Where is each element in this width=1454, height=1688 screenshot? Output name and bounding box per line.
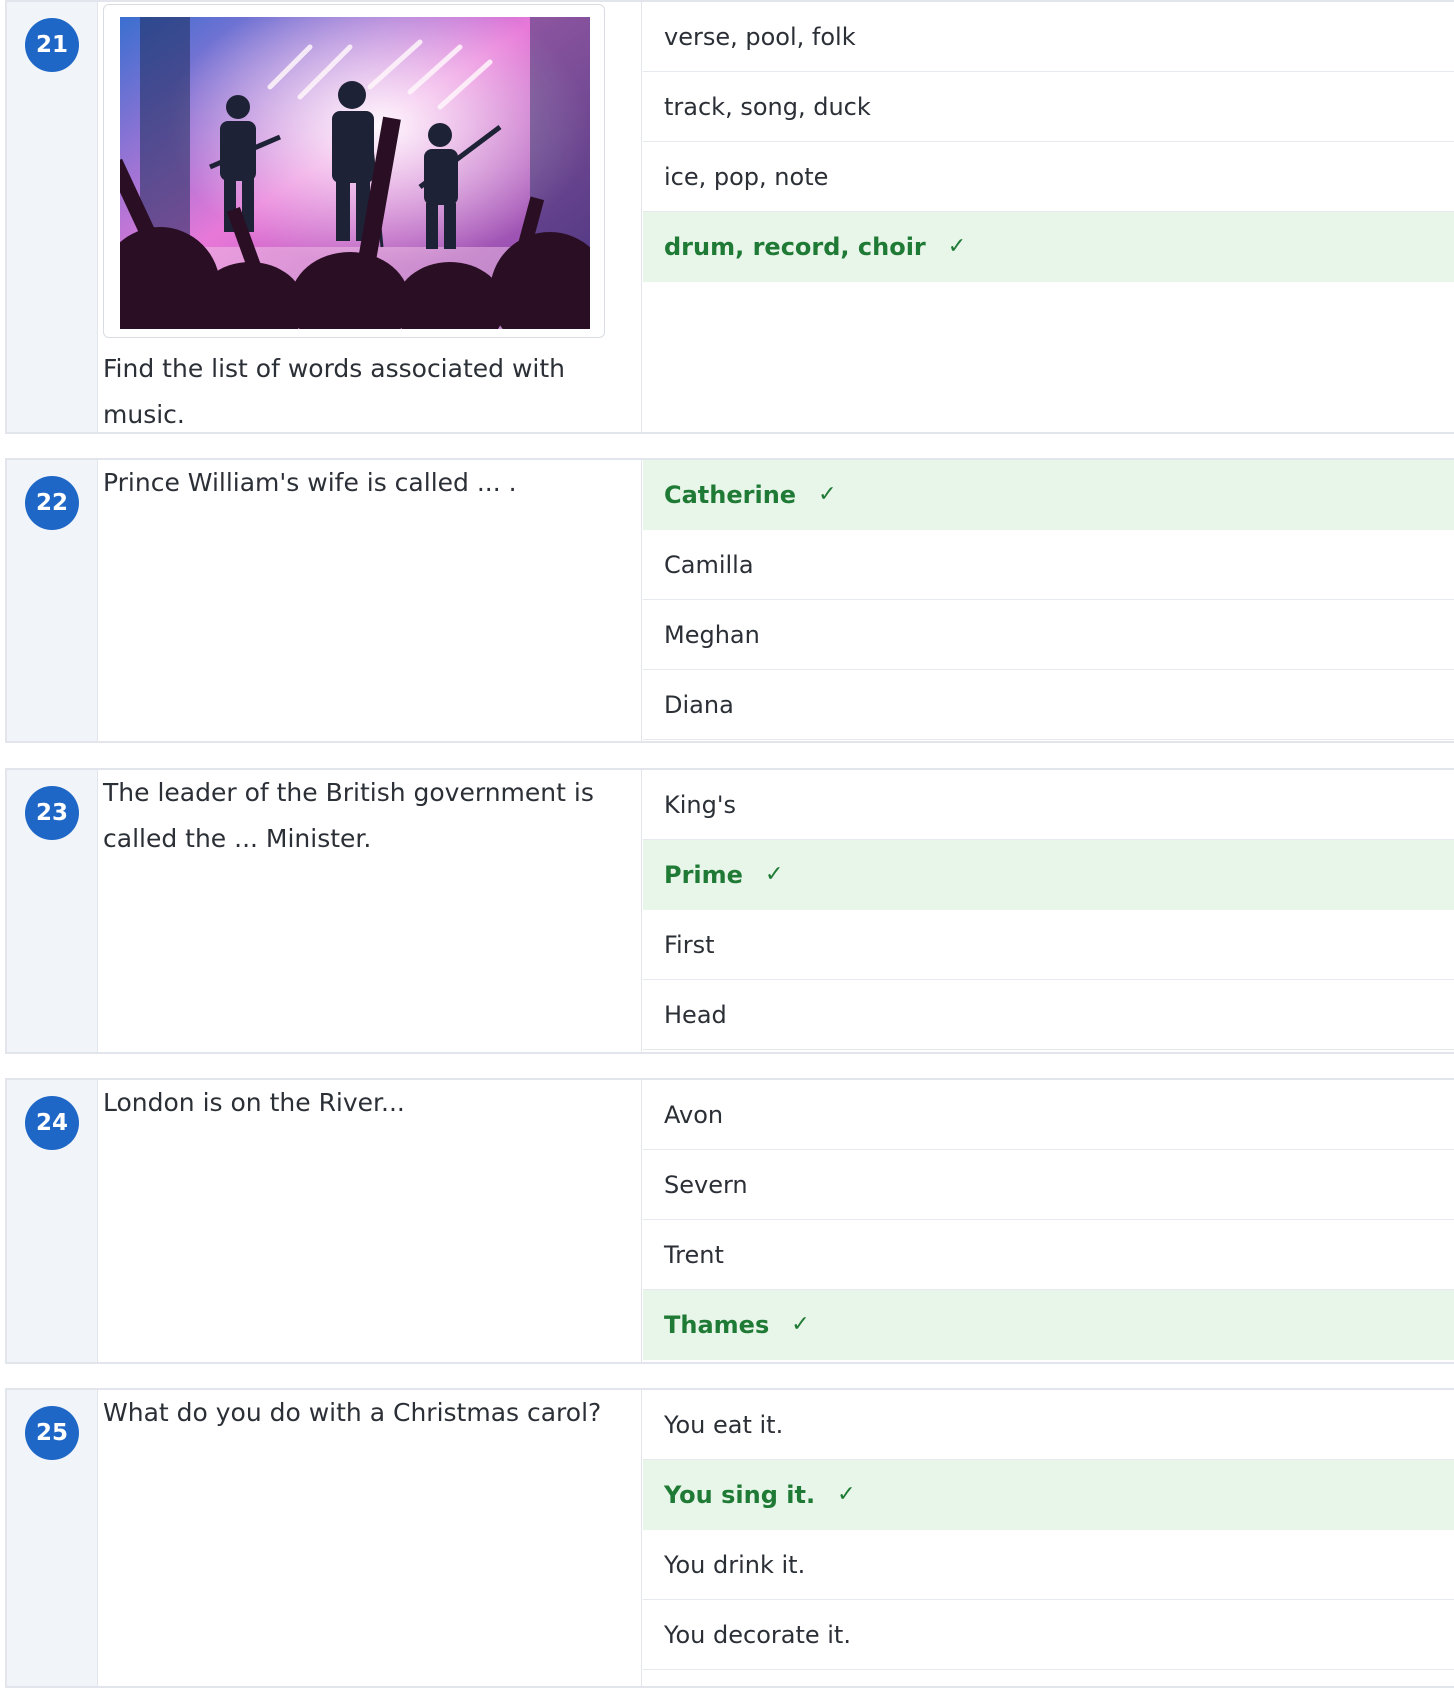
answer-label: Trent	[664, 1240, 724, 1269]
answer-label: Diana	[664, 690, 734, 719]
answer-option[interactable]: track, song, duck	[643, 72, 1454, 142]
check-icon: ✓	[947, 234, 967, 259]
question-gutter: 24	[7, 1080, 98, 1362]
answer-label: drum, record, choir	[664, 232, 926, 261]
question-card: 24 London is on the River... Avon Severn…	[5, 1078, 1454, 1364]
answer-label: You decorate it.	[664, 1620, 851, 1649]
answer-option[interactable]: Diana	[643, 670, 1454, 740]
answer-list: King's Prime ✓ First Head	[643, 770, 1454, 1050]
answer-option[interactable]: Camilla	[643, 530, 1454, 600]
question-gutter: 25	[7, 1390, 98, 1686]
concert-photo-image	[120, 17, 590, 329]
question-text: The leader of the British government is …	[103, 778, 594, 853]
answer-option-correct[interactable]: You sing it. ✓	[643, 1460, 1454, 1530]
answer-label: King's	[664, 790, 736, 819]
question-panel: Prince William's wife is called ... .	[97, 460, 642, 741]
check-icon: ✓	[837, 1482, 856, 1507]
question-panel: The leader of the British government is …	[97, 770, 642, 1052]
answer-option-correct[interactable]: Prime ✓	[643, 840, 1454, 910]
answer-option[interactable]: Severn	[643, 1150, 1454, 1220]
answer-list: You eat it. You sing it. ✓ You drink it. …	[643, 1390, 1454, 1670]
answer-label: You sing it.	[664, 1480, 816, 1509]
question-number-badge: 24	[25, 1096, 79, 1150]
answer-label: ice, pop, note	[664, 162, 829, 191]
question-gutter: 23	[7, 770, 98, 1052]
answer-option[interactable]: You drink it.	[643, 1530, 1454, 1600]
question-card: 21 Find the list of words associated wit…	[5, 0, 1454, 434]
answer-option-correct[interactable]: Catherine ✓	[643, 460, 1454, 530]
answer-label: You eat it.	[664, 1410, 784, 1439]
question-number-badge: 22	[25, 476, 79, 530]
answer-label: track, song, duck	[664, 92, 871, 121]
answer-option[interactable]: You eat it.	[643, 1390, 1454, 1460]
question-text: What do you do with a Christmas carol?	[103, 1398, 602, 1427]
question-text: London is on the River...	[103, 1088, 405, 1117]
question-card: 23 The leader of the British government …	[5, 768, 1454, 1054]
answer-label: Avon	[664, 1100, 724, 1129]
answer-label: Prime	[664, 860, 743, 889]
answer-label: verse, pool, folk	[664, 22, 856, 51]
question-text: Prince William's wife is called ... .	[103, 468, 517, 497]
question-number-badge: 21	[25, 18, 79, 72]
answer-label: Severn	[664, 1170, 748, 1199]
check-icon: ✓	[791, 1312, 810, 1337]
answer-option[interactable]: verse, pool, folk	[643, 2, 1454, 72]
answer-option[interactable]: You decorate it.	[643, 1600, 1454, 1670]
answer-label: First	[664, 930, 715, 959]
answer-label: Thames	[664, 1310, 770, 1339]
question-text: Find the list of words associated with m…	[103, 354, 565, 429]
answer-label: Catherine	[664, 480, 797, 509]
answer-option[interactable]: First	[643, 910, 1454, 980]
answer-list: Catherine ✓ Camilla Meghan Diana	[643, 460, 1454, 740]
answer-option-correct[interactable]: Thames ✓	[643, 1290, 1454, 1360]
answer-option-correct[interactable]: drum, record, choir ✓	[643, 212, 1454, 282]
check-icon: ✓	[818, 482, 837, 507]
check-icon: ✓	[764, 862, 784, 887]
question-card: 25 What do you do with a Christmas carol…	[5, 1388, 1454, 1688]
question-gutter: 22	[7, 460, 98, 741]
answer-option[interactable]: Trent	[643, 1220, 1454, 1290]
question-image	[103, 4, 605, 338]
answer-option[interactable]: King's	[643, 770, 1454, 840]
question-panel: London is on the River...	[97, 1080, 642, 1362]
question-card: 22 Prince William's wife is called ... .…	[5, 458, 1454, 743]
answer-option[interactable]: Meghan	[643, 600, 1454, 670]
question-panel: Find the list of words associated with m…	[97, 2, 642, 432]
answer-label: Camilla	[664, 550, 754, 579]
question-number-badge: 23	[25, 786, 79, 840]
answer-label: Head	[664, 1000, 727, 1029]
answer-list: Avon Severn Trent Thames ✓	[643, 1080, 1454, 1360]
answer-option[interactable]: ice, pop, note	[643, 142, 1454, 212]
question-gutter: 21	[7, 2, 98, 432]
answer-option[interactable]: Avon	[643, 1080, 1454, 1150]
answer-label: You drink it.	[664, 1550, 806, 1579]
question-panel: What do you do with a Christmas carol?	[97, 1390, 642, 1686]
question-number-badge: 25	[25, 1406, 79, 1460]
answer-option[interactable]: Head	[643, 980, 1454, 1050]
answer-label: Meghan	[664, 620, 760, 649]
answer-list: verse, pool, folk track, song, duck ice,…	[643, 2, 1454, 282]
